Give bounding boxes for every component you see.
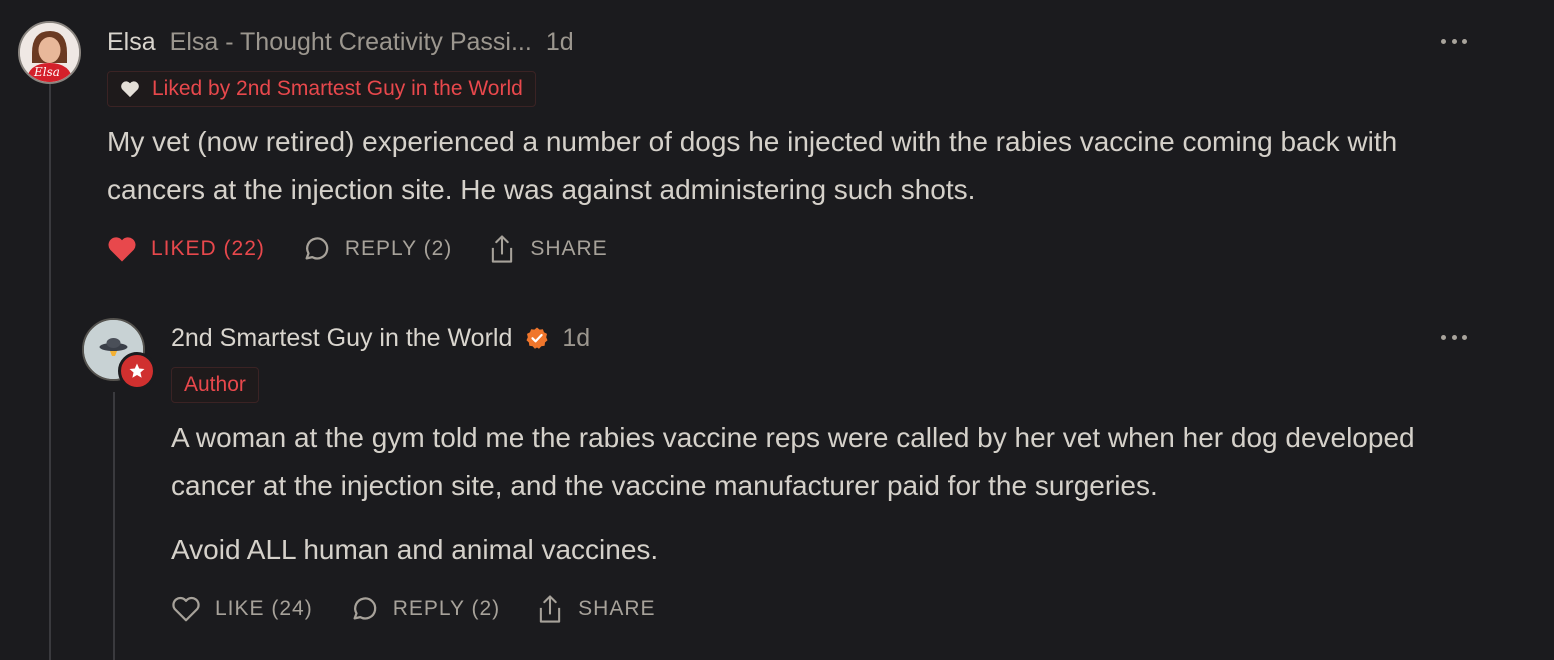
reply-button[interactable]: REPLY (2): [301, 234, 452, 264]
comment-author[interactable]: Elsa: [107, 28, 156, 57]
author-badge: Author: [171, 367, 259, 403]
comment-body-paragraph: Avoid ALL human and animal vaccines.: [171, 534, 659, 565]
avatar-signature: Elsa: [34, 65, 60, 79]
avatar[interactable]: Elsa: [18, 21, 81, 84]
comment-actions: LIKE (24) REPLY (2) SHARE: [171, 592, 692, 626]
like-label: LIKE (24): [215, 597, 313, 620]
like-button[interactable]: LIKED (22): [107, 235, 265, 263]
comment-author[interactable]: 2nd Smartest Guy in the World: [171, 324, 512, 353]
like-button[interactable]: LIKE (24): [171, 595, 313, 623]
thread-line-parent: [49, 84, 51, 660]
share-button[interactable]: SHARE: [536, 593, 655, 625]
like-label: LIKED (22): [151, 237, 265, 260]
more-icon[interactable]: [1441, 37, 1467, 45]
author-publication[interactable]: Elsa - Thought Creativity Passi...: [170, 28, 532, 57]
share-label: SHARE: [530, 237, 608, 260]
comment-age[interactable]: 1d: [562, 324, 590, 353]
heart-outline-icon: [172, 596, 200, 622]
comment-body: A woman at the gym told me the rabies va…: [171, 422, 1415, 501]
share-label: SHARE: [578, 597, 656, 620]
comment-header: Elsa Elsa - Thought Creativity Passi... …: [107, 26, 574, 58]
liked-by-badge: Liked by 2nd Smartest Guy in the World: [107, 71, 536, 107]
reply-label: REPLY (2): [392, 597, 501, 620]
share-button[interactable]: SHARE: [488, 233, 607, 265]
comment-header: 2nd Smartest Guy in the World 1d: [171, 322, 590, 354]
verified-icon: [526, 327, 548, 349]
share-icon: [539, 595, 561, 623]
comment-icon: [305, 237, 329, 260]
comment-icon: [353, 597, 377, 620]
share-icon: [492, 235, 513, 263]
comment-age[interactable]: 1d: [546, 28, 574, 57]
thread-line-reply: [113, 392, 115, 660]
comment-actions: LIKED (22) REPLY (2) SHARE: [107, 232, 644, 266]
heart-filled-icon: [108, 237, 136, 262]
star-badge-icon: [118, 352, 156, 390]
more-icon[interactable]: [1441, 333, 1467, 341]
heart-filled-icon: [121, 81, 139, 98]
reply-label: REPLY (2): [344, 237, 453, 260]
liked-by-text: Liked by 2nd Smartest Guy in the World: [152, 77, 523, 100]
comment-body: My vet (now retired) experienced a numbe…: [107, 126, 1398, 205]
reply-button[interactable]: REPLY (2): [349, 594, 500, 624]
